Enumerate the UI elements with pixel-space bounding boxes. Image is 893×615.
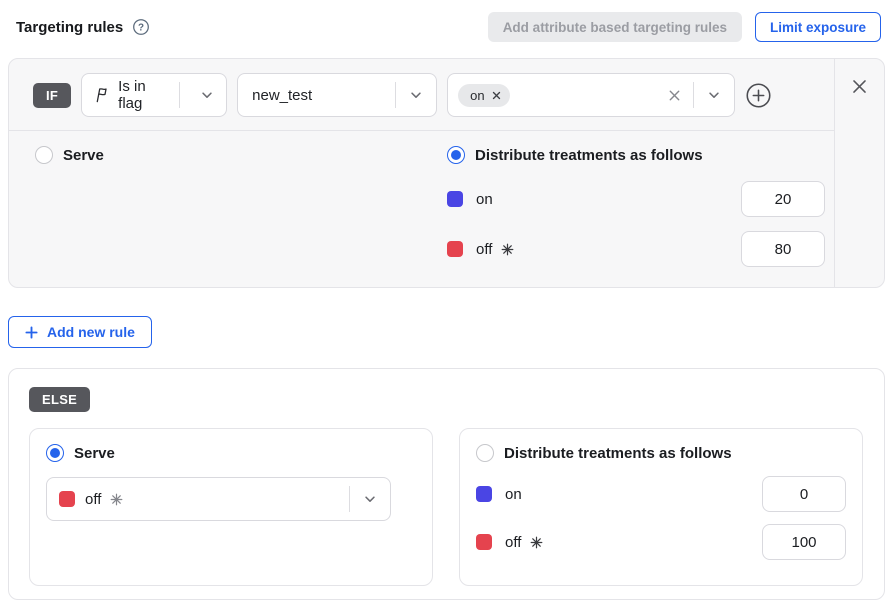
selected-tag: on bbox=[458, 84, 509, 107]
svg-text:?: ? bbox=[138, 23, 144, 34]
percent-input-off[interactable] bbox=[762, 524, 846, 560]
serve-label: Serve bbox=[63, 147, 104, 164]
treatment-name: off bbox=[85, 491, 101, 508]
treatment-on-swatch bbox=[476, 486, 492, 502]
treatment-on-swatch bbox=[447, 191, 463, 207]
default-treatment-icon bbox=[110, 493, 123, 506]
limit-exposure-button[interactable]: Limit exposure bbox=[755, 12, 881, 42]
serve-column: Serve bbox=[35, 146, 447, 267]
add-condition-button[interactable] bbox=[745, 82, 772, 109]
distribute-label: Distribute treatments as follows bbox=[475, 147, 703, 164]
treatment-off-swatch bbox=[59, 491, 75, 507]
help-question-icon[interactable]: ? bbox=[132, 18, 150, 36]
title-wrap: Targeting rules ? bbox=[16, 18, 150, 36]
else-rule-card: ELSE Serve off bbox=[8, 368, 885, 600]
chevron-down-icon[interactable] bbox=[188, 88, 226, 102]
else-serve-radio[interactable] bbox=[46, 444, 64, 462]
chevron-down-icon[interactable] bbox=[350, 492, 390, 506]
flag-select-value: new_test bbox=[252, 87, 312, 104]
percent-input-off[interactable] bbox=[741, 231, 825, 267]
matcher-select-value: Is in flag bbox=[118, 78, 171, 112]
rule-close-column bbox=[834, 59, 884, 287]
clear-selection-icon[interactable] bbox=[659, 88, 689, 103]
add-attribute-rules-button[interactable]: Add attribute based targeting rules bbox=[488, 12, 742, 42]
if-rule-main: IF Is in flag new_test bbox=[9, 59, 834, 287]
else-serve-treatment-select[interactable]: off bbox=[46, 477, 391, 521]
treatment-name: off bbox=[476, 241, 492, 258]
distribute-radio-row[interactable]: Distribute treatments as follows bbox=[447, 146, 825, 164]
plus-icon bbox=[25, 326, 38, 339]
treatment-row-on: on bbox=[476, 476, 846, 512]
treatment-name: on bbox=[505, 486, 522, 503]
if-rule-card: IF Is in flag new_test bbox=[8, 58, 885, 288]
treatment-name: on bbox=[476, 191, 493, 208]
remove-tag-icon[interactable] bbox=[492, 91, 501, 100]
if-rule-body: Serve Distribute treatments as follows o… bbox=[9, 131, 834, 267]
treatment-name: off bbox=[505, 534, 521, 551]
else-badge: ELSE bbox=[29, 387, 90, 412]
else-serve-radio-row[interactable]: Serve bbox=[46, 444, 416, 462]
default-treatment-icon bbox=[501, 243, 514, 256]
treatment-row-off: off bbox=[476, 524, 846, 560]
targeting-rules-page: Targeting rules ? Add attribute based ta… bbox=[0, 0, 893, 615]
selected-tag-label: on bbox=[470, 88, 484, 103]
else-serve-panel: Serve off bbox=[29, 428, 433, 586]
treatment-off-swatch bbox=[447, 241, 463, 257]
add-new-rule-label: Add new rule bbox=[47, 324, 135, 340]
percent-input-on[interactable] bbox=[762, 476, 846, 512]
flag-icon bbox=[94, 87, 110, 103]
add-new-rule-button[interactable]: Add new rule bbox=[8, 316, 152, 348]
page-title: Targeting rules bbox=[16, 19, 123, 36]
chevron-down-icon[interactable] bbox=[694, 88, 734, 102]
else-distribute-radio[interactable] bbox=[476, 444, 494, 462]
else-distribute-label: Distribute treatments as follows bbox=[504, 445, 732, 462]
treatment-row-off: off bbox=[447, 231, 825, 267]
else-distribute-radio-row[interactable]: Distribute treatments as follows bbox=[476, 444, 846, 462]
flag-select[interactable]: new_test bbox=[237, 73, 437, 117]
topbar: Targeting rules ? Add attribute based ta… bbox=[0, 0, 893, 42]
topbar-actions: Add attribute based targeting rules Limi… bbox=[488, 12, 881, 42]
divider bbox=[179, 82, 180, 108]
distribute-column: Distribute treatments as follows on off bbox=[447, 146, 825, 267]
distribute-radio[interactable] bbox=[447, 146, 465, 164]
treatment-row-on: on bbox=[447, 181, 825, 217]
delete-rule-icon[interactable] bbox=[851, 78, 868, 95]
percent-input-on[interactable] bbox=[741, 181, 825, 217]
matcher-select[interactable]: Is in flag bbox=[81, 73, 227, 117]
else-serve-label: Serve bbox=[74, 445, 115, 462]
else-panels: Serve off Distribute treat bbox=[29, 428, 864, 586]
else-distribute-panel: Distribute treatments as follows on off bbox=[459, 428, 863, 586]
treatment-off-swatch bbox=[476, 534, 492, 550]
if-badge: IF bbox=[33, 83, 71, 108]
treatment-multiselect[interactable]: on bbox=[447, 73, 735, 117]
default-treatment-icon bbox=[530, 536, 543, 549]
serve-radio[interactable] bbox=[35, 146, 53, 164]
chevron-down-icon[interactable] bbox=[396, 88, 436, 102]
if-rule-header: IF Is in flag new_test bbox=[9, 59, 834, 131]
serve-radio-row[interactable]: Serve bbox=[35, 146, 447, 164]
